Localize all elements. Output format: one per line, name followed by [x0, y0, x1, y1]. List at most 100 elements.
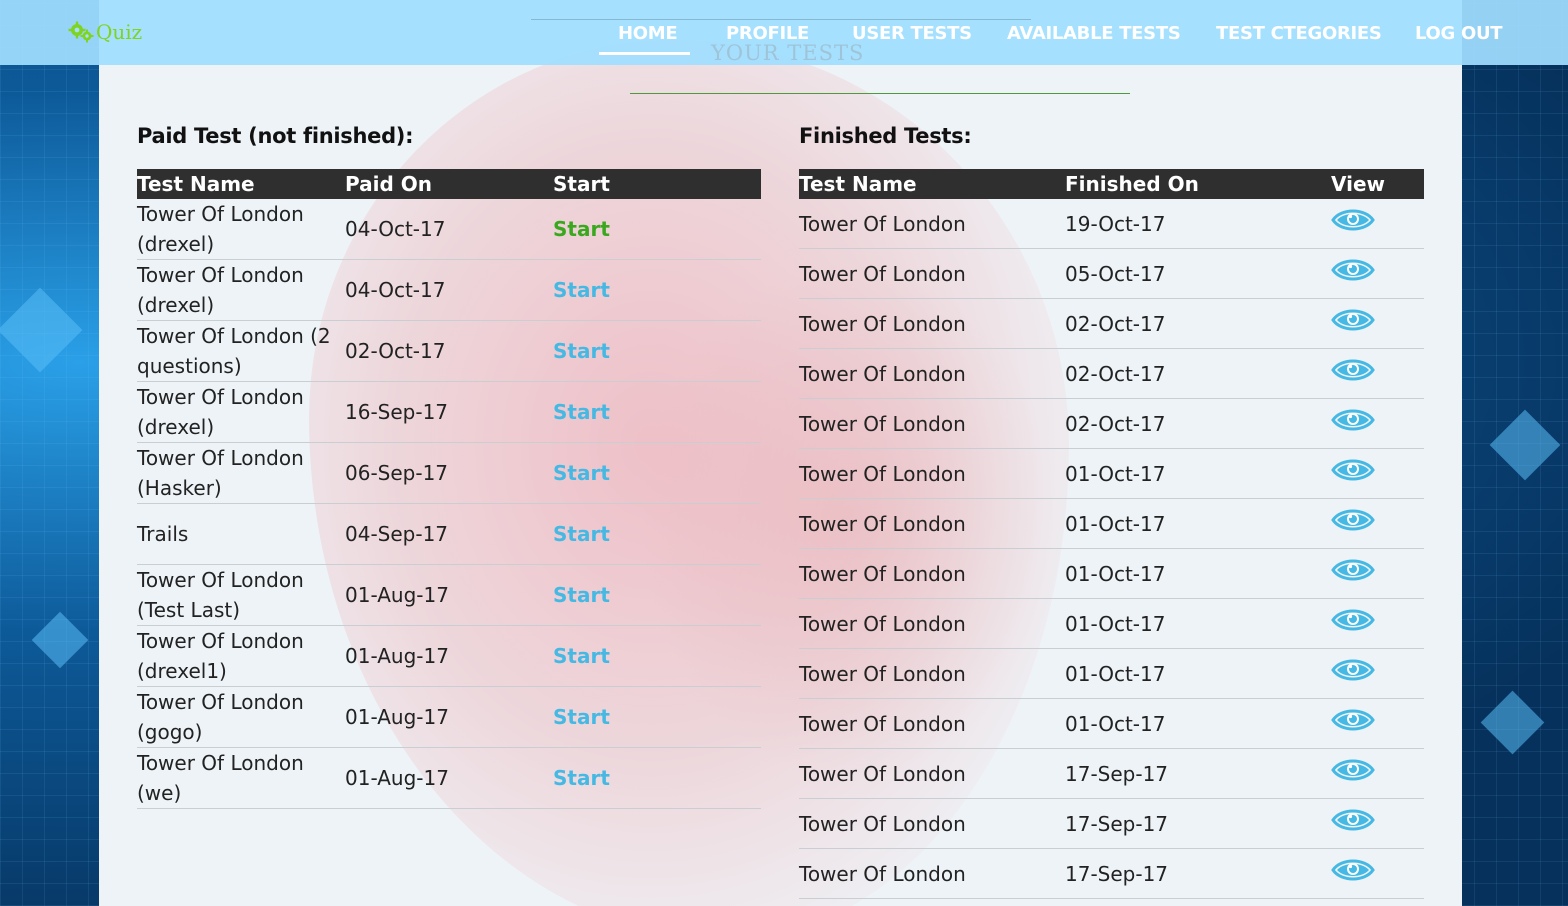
table-row: Tower Of London (drexel) 04-Oct-17 Start	[137, 199, 761, 260]
decor-shard	[31, 611, 89, 669]
start-link[interactable]: Start	[553, 278, 610, 302]
test-name-cell: Tower Of London	[799, 248, 1065, 299]
view-button[interactable]	[1331, 706, 1375, 734]
view-cell	[1331, 548, 1424, 599]
test-name-cell: Tower Of London (2 questions)	[137, 320, 345, 382]
test-name-cell: Tower Of London	[799, 498, 1065, 549]
view-cell	[1331, 848, 1424, 899]
test-name-cell: Tower Of London	[799, 648, 1065, 699]
start-cell: Start	[553, 199, 761, 260]
view-button[interactable]	[1331, 806, 1375, 834]
start-link[interactable]: Start	[553, 705, 610, 729]
table-row: Tower Of London 02-Oct-17	[799, 348, 1424, 399]
view-cell	[1331, 398, 1424, 449]
view-button[interactable]	[1331, 656, 1375, 684]
view-button[interactable]	[1331, 556, 1375, 584]
view-button[interactable]	[1331, 756, 1375, 784]
finished-on-cell: 17-Sep-17	[1065, 798, 1331, 849]
start-link[interactable]: Start	[553, 217, 610, 241]
view-button[interactable]	[1331, 856, 1375, 884]
view-button[interactable]	[1331, 306, 1375, 334]
start-link[interactable]: Start	[553, 400, 610, 424]
paid-on-cell: 01-Aug-17	[345, 564, 553, 626]
view-button[interactable]	[1331, 356, 1375, 384]
eye-icon	[1331, 309, 1375, 330]
eye-icon	[1331, 259, 1375, 280]
view-button[interactable]	[1331, 256, 1375, 284]
view-button[interactable]	[1331, 206, 1375, 234]
table-row: Tower Of London (2 questions) 02-Oct-17 St…	[137, 320, 761, 382]
eye-icon	[1331, 509, 1375, 530]
column-header-test-name: Test Name	[799, 169, 1065, 199]
table-row: Tower Of London 01-Oct-17	[799, 448, 1424, 499]
start-cell: Start	[553, 747, 761, 809]
test-name-cell: Tower Of London	[799, 848, 1065, 899]
finished-on-cell: 01-Oct-17	[1065, 548, 1331, 599]
view-button[interactable]	[1331, 406, 1375, 434]
view-button[interactable]	[1331, 606, 1375, 634]
column-header-view: View	[1331, 169, 1424, 199]
column-header-finished-on: Finished On	[1065, 169, 1331, 199]
nav-home[interactable]: HOME	[598, 23, 691, 55]
nav-top-rule	[531, 19, 1031, 20]
decor-shard	[1489, 409, 1561, 481]
start-cell: Start	[553, 442, 761, 504]
decor-shard	[1480, 690, 1545, 755]
eye-icon	[1331, 409, 1375, 430]
nav-test-categories[interactable]: TEST CTEGORIES	[1216, 23, 1382, 44]
start-cell: Start	[553, 564, 761, 626]
view-button[interactable]	[1331, 506, 1375, 534]
view-cell	[1331, 298, 1424, 349]
column-header-paid-on: Paid On	[345, 169, 553, 199]
view-cell	[1331, 498, 1424, 549]
start-link[interactable]: Start	[553, 461, 610, 485]
start-link[interactable]: Start	[553, 766, 610, 790]
paid-on-cell: 01-Aug-17	[345, 686, 553, 748]
start-link[interactable]: Start	[553, 339, 610, 363]
table-row: Tower Of London (drexel1) 01-Aug-17 Start	[137, 625, 761, 687]
paid-on-cell: 01-Aug-17	[345, 625, 553, 687]
paid-on-cell: 04-Oct-17	[345, 199, 553, 260]
table-row: Tower Of London 05-Oct-17	[799, 248, 1424, 299]
test-name-cell: Tower Of London (drexel)	[137, 259, 345, 321]
paid-on-cell: 04-Oct-17	[345, 259, 553, 321]
finished-on-cell: 02-Oct-17	[1065, 298, 1331, 349]
paid-on-cell: 16-Sep-17	[345, 381, 553, 443]
nav-user-tests[interactable]: USER TESTS	[852, 23, 972, 44]
view-button[interactable]	[1331, 456, 1375, 484]
table-row: Tower Of London 17-Sep-17	[799, 848, 1424, 899]
start-link[interactable]: Start	[553, 522, 610, 546]
finished-on-cell: 17-Sep-17	[1065, 848, 1331, 899]
table-row: Tower Of London (we) 01-Aug-17 Start	[137, 747, 761, 809]
view-cell	[1331, 248, 1424, 299]
page-title: YOUR TESTS	[711, 41, 865, 65]
eye-icon	[1331, 459, 1375, 480]
test-name-cell: Tower Of London	[799, 798, 1065, 849]
test-name-cell: Tower Of London	[799, 199, 1065, 249]
table-row: Tower Of London 17-Sep-17	[799, 798, 1424, 849]
test-name-cell: Tower Of London (drexel1)	[137, 625, 345, 687]
eye-icon	[1331, 759, 1375, 780]
start-link[interactable]: Start	[553, 644, 610, 668]
nav-log-out[interactable]: LOG OUT	[1415, 23, 1503, 44]
view-cell	[1331, 348, 1424, 399]
view-cell	[1331, 698, 1424, 749]
finished-on-cell: 02-Oct-17	[1065, 348, 1331, 399]
eye-icon	[1331, 709, 1375, 730]
main-panel: Paid Test (not finished): Finished Tests…	[99, 0, 1462, 906]
table-row: Tower Of London 01-Oct-17	[799, 498, 1424, 549]
table-row: Tower Of London (gogo) 01-Aug-17 Start	[137, 686, 761, 748]
view-cell	[1331, 748, 1424, 799]
finished-on-cell: 01-Oct-17	[1065, 648, 1331, 699]
column-header-start: Start	[553, 169, 761, 199]
nav-available-tests[interactable]: AVAILABLE TESTS	[1007, 23, 1181, 44]
finished-on-cell: 19-Oct-17	[1065, 199, 1331, 249]
start-link[interactable]: Start	[553, 583, 610, 607]
finished-on-cell: 01-Oct-17	[1065, 698, 1331, 749]
eye-icon	[1331, 559, 1375, 580]
test-name-cell: Tower Of London (Test Last)	[137, 564, 345, 626]
table-row: Trails 04-Sep-17 Start	[137, 503, 761, 565]
table-row: Tower Of London 01-Oct-17	[799, 648, 1424, 699]
table-row: Tower Of London 02-Oct-17	[799, 398, 1424, 449]
view-cell	[1331, 448, 1424, 499]
